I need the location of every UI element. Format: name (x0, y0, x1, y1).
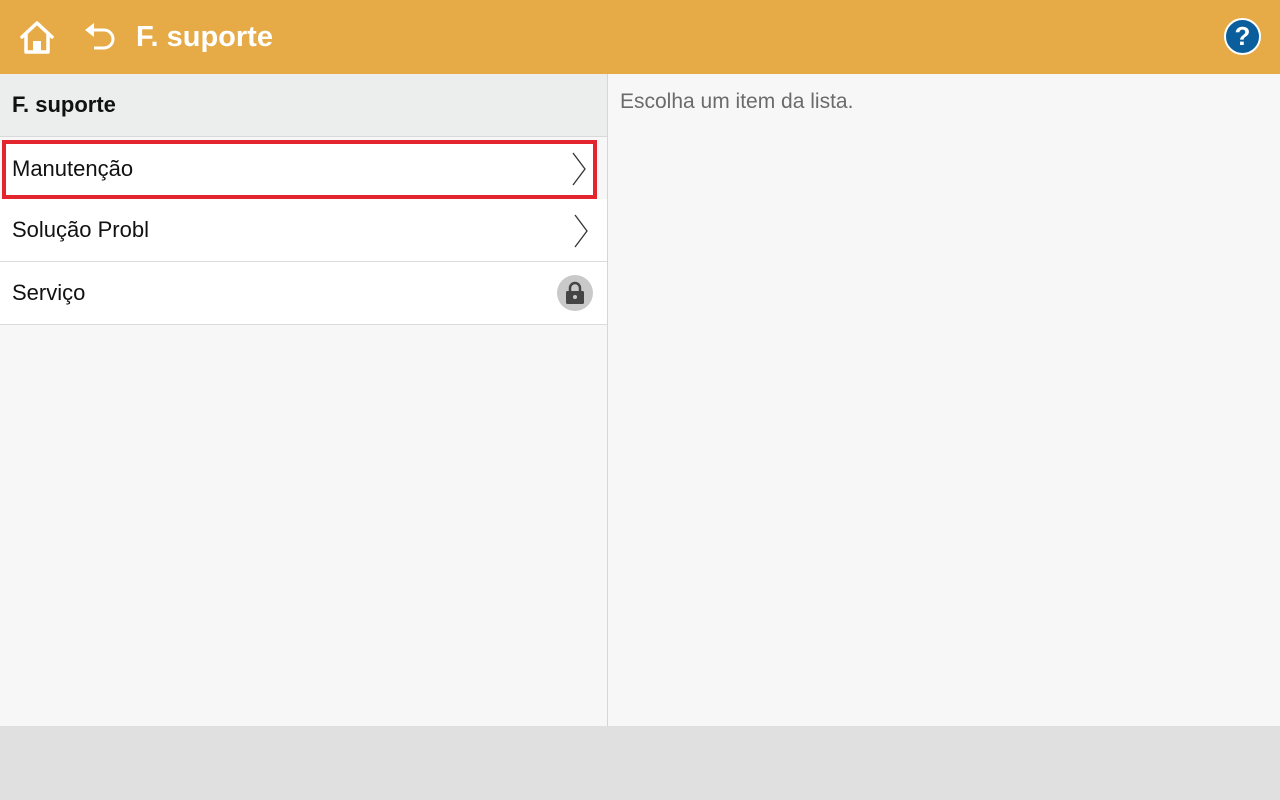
menu-panel: F. suporte Manutenção Solução Probl Serv… (0, 74, 608, 726)
chevron-right-icon (572, 152, 586, 186)
menu-item-solucao-probl[interactable]: Solução Probl (0, 199, 607, 262)
chevron-right-icon (574, 214, 588, 248)
panel-title: F. suporte (0, 74, 607, 137)
top-bar: F. suporte ? (0, 0, 1280, 74)
home-icon (20, 21, 54, 54)
bottom-bar (0, 726, 1280, 800)
empty-selection-hint: Escolha um item da lista. (620, 90, 854, 113)
menu-item-label: Manutenção (12, 156, 134, 181)
page-title: F. suporte (136, 21, 273, 53)
lock-icon (557, 275, 593, 311)
home-button[interactable] (16, 16, 58, 58)
menu-item-label: Serviço (12, 280, 86, 305)
menu-item-label: Solução Probl (12, 217, 149, 242)
menu-item-servico[interactable]: Serviço (0, 262, 607, 325)
menu-item-manutencao[interactable]: Manutenção (2, 140, 597, 199)
back-button[interactable] (80, 20, 118, 54)
help-button[interactable]: ? (1224, 18, 1261, 55)
help-icon: ? (1234, 21, 1251, 51)
detail-panel: Escolha um item da lista. (608, 74, 1280, 726)
back-arrow-icon (85, 23, 115, 50)
